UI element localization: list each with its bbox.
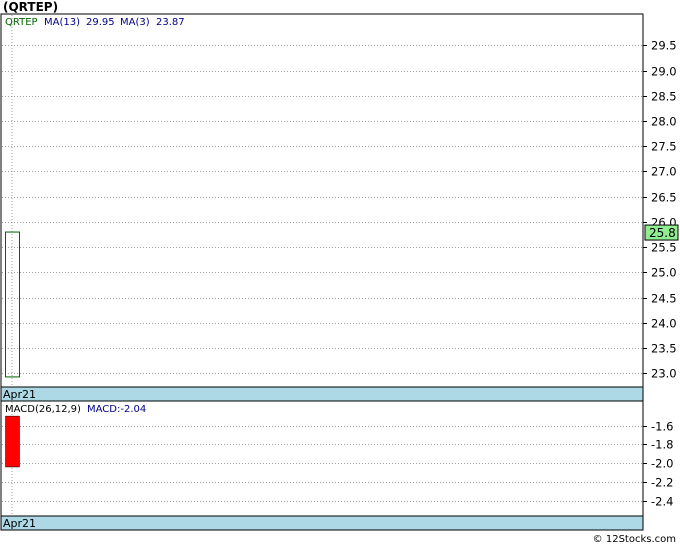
- macd-legend: MACD(26,12,9) MACD:-2.04: [5, 404, 146, 415]
- candles: [5, 231, 20, 378]
- legend-ma13-label: MA(13): [44, 17, 80, 28]
- macd-gridlines: [2, 426, 643, 502]
- price-tick-label: 25.0: [651, 266, 677, 280]
- macd-date-label: Apr21: [3, 517, 36, 530]
- price-legend: QRTEP MA(13) 29.95 MA(3) 23.87: [5, 17, 185, 28]
- legend-ma3-value: 23.87: [156, 17, 185, 28]
- price-date-label: Apr21: [3, 388, 36, 401]
- price-panel-frame: [0, 13, 644, 402]
- macd-legend-label: MACD(26,12,9): [5, 404, 81, 415]
- macd-panel-frame: [0, 400, 644, 531]
- price-tick-label: 29.5: [651, 39, 677, 53]
- price-tick-label: 28.5: [651, 90, 677, 104]
- price-tick-label: 29.0: [651, 65, 677, 79]
- macd-date-band: [0, 515, 644, 531]
- macd-axis: -1.6 -1.8 -2.0 -2.2 -2.4: [643, 420, 673, 509]
- macd-bar: [5, 415, 20, 468]
- price-gridlines: [2, 45, 643, 374]
- macd-bars: [5, 415, 20, 468]
- footer-credit: © 12Stocks.com: [592, 534, 676, 545]
- legend-ma3-label: MA(3): [120, 17, 150, 28]
- macd-tick-label: -2.0: [651, 457, 673, 471]
- macd-tick-label: -1.6: [651, 420, 673, 434]
- price-tick-label: 26.5: [651, 191, 677, 205]
- macd-tick-label: -2.4: [651, 495, 673, 509]
- price-tick-label: 23.5: [651, 342, 677, 356]
- price-tick-label: 24.5: [651, 292, 677, 306]
- stock-chart: 23.023.524.024.525.025.526.026.527.027.5…: [0, 13, 679, 531]
- price-tick-label: 23.0: [651, 367, 677, 381]
- legend-ma13-value: 29.95: [86, 17, 115, 28]
- price-panel: 23.023.524.024.525.025.526.026.527.027.5…: [0, 13, 679, 402]
- legend-ticker: QRTEP: [5, 17, 38, 28]
- price-tick-label: 24.0: [651, 317, 677, 331]
- macd-panel: -1.6 -1.8 -2.0 -2.2 -2.4 Apr21 MACD(26,12,9)…: [0, 400, 673, 531]
- macd-tick-label: -2.2: [651, 476, 673, 490]
- candle-body: [5, 231, 20, 378]
- price-badge: 25.8: [644, 224, 679, 241]
- price-date-band: [0, 386, 644, 402]
- macd-tick-label: -1.8: [651, 438, 673, 452]
- price-tick-label: 27.0: [651, 165, 677, 179]
- price-tick-label: 28.0: [651, 115, 677, 129]
- price-badge-label: 25.8: [649, 226, 676, 240]
- price-tick-label: 27.5: [651, 140, 677, 154]
- price-axis: 23.023.524.024.525.025.526.026.527.027.5…: [643, 39, 677, 381]
- macd-legend-value: MACD:-2.04: [87, 404, 146, 415]
- price-tick-label: 25.5: [651, 241, 677, 255]
